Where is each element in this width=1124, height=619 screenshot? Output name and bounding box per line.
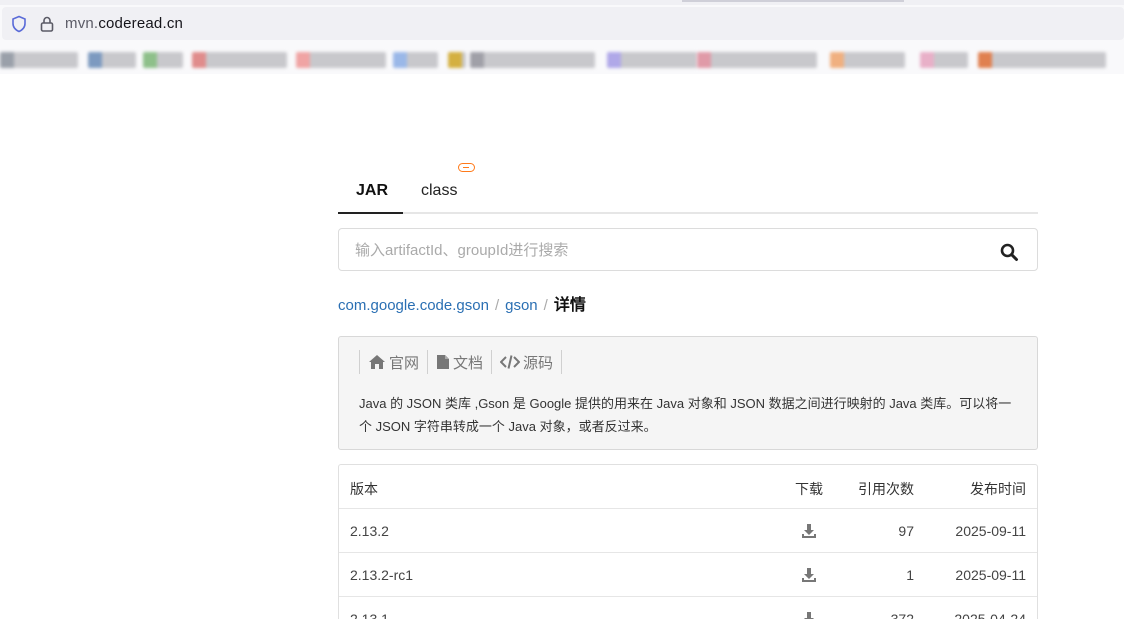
published-cell: 2025-04-24 — [954, 611, 1026, 619]
download-icon[interactable] — [801, 567, 817, 583]
tab-jar[interactable]: JAR — [356, 182, 388, 200]
references-cell: 97 — [898, 523, 914, 539]
bookmark-item[interactable] — [470, 52, 595, 68]
bookmark-item[interactable] — [393, 52, 438, 68]
search-icon[interactable] — [999, 242, 1019, 262]
search-box — [338, 228, 1038, 271]
home-icon — [369, 355, 385, 369]
bookmark-item[interactable] — [0, 52, 78, 68]
artifact-links: 官网 文档 源码 — [359, 349, 563, 375]
header-published: 发布时间 — [970, 481, 1026, 497]
table-row[interactable]: 2.13.1 372 2025-04-24 — [339, 597, 1037, 619]
browser-url-bar: mvn.coderead.cn — [0, 0, 1124, 48]
tab-class[interactable]: class — [421, 182, 457, 200]
bookmark-item[interactable] — [88, 52, 136, 68]
version-cell[interactable]: 2.13.2-rc1 — [350, 567, 413, 583]
bookmark-item[interactable] — [607, 52, 697, 68]
source-link-label: 源码 — [523, 354, 554, 372]
download-cell — [789, 523, 829, 542]
code-icon — [500, 355, 521, 369]
table-header: 版本 下载 引用次数 发布时间 — [339, 465, 1037, 509]
download-cell — [789, 611, 829, 619]
breadcrumb-separator: / — [543, 297, 548, 314]
bookmarks-bar — [0, 48, 1124, 74]
search-type-tabs: JAR class — [338, 163, 1038, 214]
homepage-link[interactable]: 官网 — [359, 350, 427, 374]
table-row[interactable]: 2.13.2 97 2025-09-11 — [339, 509, 1037, 553]
bookmark-item[interactable] — [920, 52, 968, 68]
table-row[interactable]: 2.13.2-rc1 1 2025-09-11 — [339, 553, 1037, 597]
versions-table: 版本 下载 引用次数 发布时间 2.13.2 97 2025-09-11 2.1… — [338, 464, 1038, 619]
file-icon — [437, 355, 450, 369]
breadcrumb-current: 详情 — [553, 297, 586, 314]
homepage-link-label: 官网 — [389, 354, 420, 372]
version-cell[interactable]: 2.13.1 — [350, 611, 389, 619]
search-input[interactable] — [355, 239, 985, 261]
active-tab-indicator — [338, 212, 403, 214]
published-cell: 2025-09-11 — [955, 523, 1026, 539]
bookmark-item[interactable] — [143, 52, 183, 68]
shield-icon[interactable] — [10, 15, 28, 33]
breadcrumb: com.google.code.gson / gson / 详情 — [338, 291, 586, 315]
new-badge-icon — [458, 163, 475, 172]
bookmark-item[interactable] — [830, 52, 905, 68]
published-cell: 2025-09-11 — [955, 567, 1026, 583]
tab-strip-edge — [0, 0, 1124, 5]
bookmark-item[interactable] — [697, 52, 817, 68]
breadcrumb-artifact[interactable]: gson — [505, 297, 538, 314]
references-cell: 1 — [906, 567, 914, 583]
docs-link[interactable]: 文档 — [427, 350, 491, 374]
artifact-description: Java 的 JSON 类库 ,Gson 是 Google 提供的用来在 Jav… — [359, 396, 1012, 434]
header-references: 引用次数 — [858, 481, 914, 497]
header-download: 下载 — [795, 481, 823, 497]
artifact-info-panel: 官网 文档 源码 Java 的 JSON 类库 ,Gson 是 Google 提… — [338, 336, 1038, 450]
header-version: 版本 — [350, 481, 378, 497]
bookmark-item[interactable] — [978, 52, 1106, 68]
breadcrumb-group[interactable]: com.google.code.gson — [338, 297, 489, 314]
bookmark-item[interactable] — [192, 52, 287, 68]
browser-tab-indicator[interactable] — [682, 0, 904, 2]
download-icon[interactable] — [801, 523, 817, 539]
docs-link-label: 文档 — [453, 354, 484, 372]
url-domain: coderead.cn — [98, 15, 184, 32]
bookmark-item[interactable] — [296, 52, 386, 68]
bookmark-item[interactable] — [448, 52, 466, 68]
download-cell — [789, 567, 829, 586]
breadcrumb-separator: / — [494, 297, 500, 314]
references-cell: 372 — [890, 611, 914, 619]
lock-icon[interactable] — [38, 15, 56, 33]
url-text[interactable]: mvn.coderead.cn — [65, 15, 183, 32]
download-icon[interactable] — [801, 611, 817, 619]
url-subdomain: mvn. — [65, 15, 99, 32]
source-link[interactable]: 源码 — [491, 350, 563, 374]
version-cell[interactable]: 2.13.2 — [350, 523, 389, 539]
